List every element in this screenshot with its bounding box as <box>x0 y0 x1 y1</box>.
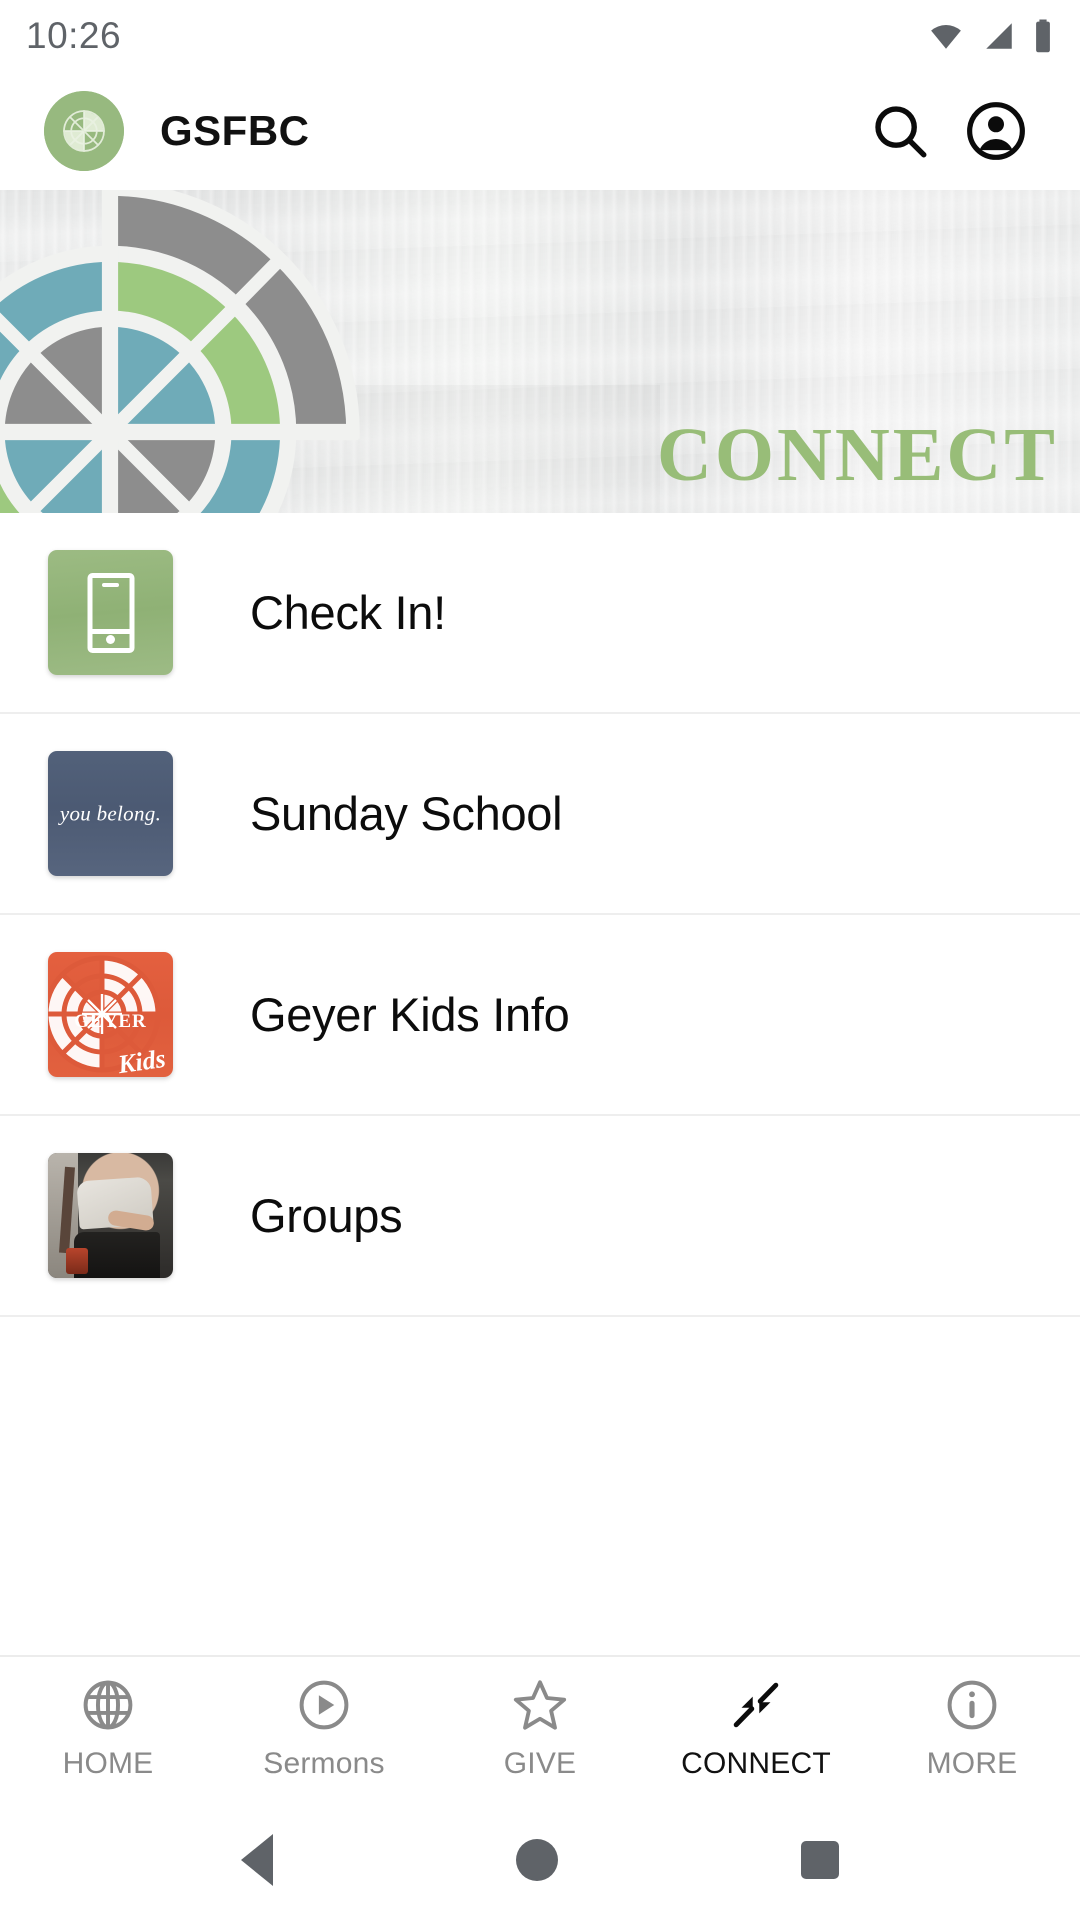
geyer-word-text: GEYER <box>74 1011 147 1032</box>
list-item[interactable]: Groups <box>0 1116 1080 1317</box>
list-item-label: Sunday School <box>250 787 563 840</box>
info-circle-icon <box>944 1677 1000 1733</box>
photo-drink <box>66 1248 88 1274</box>
back-triangle-icon[interactable] <box>241 1834 274 1886</box>
tab-home[interactable]: HOME <box>0 1677 216 1781</box>
radial-compass-wheel-icon <box>0 190 360 513</box>
play-circle-icon <box>296 1677 352 1733</box>
search-button[interactable] <box>852 83 948 179</box>
you-belong-text: you belong. <box>59 801 162 825</box>
list-item-label: Groups <box>250 1189 403 1242</box>
tab-connect[interactable]: CONNECT <box>648 1677 864 1781</box>
list-item-label: Check In! <box>250 586 446 639</box>
list-item[interactable]: GEYER Kids Geyer Kids Info <box>0 915 1080 1116</box>
geyer-kids-thumbnail: GEYER Kids <box>48 952 173 1077</box>
account-button[interactable] <box>948 83 1044 179</box>
hero-banner-word: CONNECT <box>656 413 1058 497</box>
tab-sermons[interactable]: Sermons <box>216 1677 432 1781</box>
connect-list: Check In! you belong. Sunday School GEYE… <box>0 513 1080 1655</box>
status-bar: 10:26 <box>0 0 1080 72</box>
list-item[interactable]: Check In! <box>0 513 1080 714</box>
kids-word-text: Kids <box>116 1043 168 1077</box>
home-circle-icon[interactable] <box>515 1839 558 1881</box>
bottom-tab-bar: HOME Sermons GIVE CONNECT MORE <box>0 1655 1080 1800</box>
account-circle-icon <box>967 102 1025 160</box>
phone-glyph-icon <box>87 572 134 653</box>
system-navigation-bar <box>0 1800 1080 1920</box>
status-icons <box>926 18 1054 54</box>
search-icon <box>875 106 927 158</box>
page-title: GSFBC <box>160 107 310 154</box>
recents-square-icon[interactable] <box>800 1841 839 1879</box>
tab-label: Sermons <box>263 1746 385 1780</box>
status-time: 10:26 <box>26 15 122 56</box>
wifi-icon <box>931 25 961 49</box>
list-item-label: Geyer Kids Info <box>250 988 570 1041</box>
tab-give[interactable]: GIVE <box>432 1677 648 1781</box>
gsfbc-compass-logo[interactable] <box>44 91 124 171</box>
battery-icon <box>1036 19 1050 53</box>
connect-arrows-icon <box>728 1677 784 1733</box>
tab-label: HOME <box>62 1746 154 1780</box>
list-item[interactable]: you belong. Sunday School <box>0 714 1080 915</box>
app-bar: GSFBC <box>0 72 1080 190</box>
groups-thumbnail <box>48 1153 173 1278</box>
globe-icon <box>80 1677 136 1733</box>
tab-label: CONNECT <box>681 1746 831 1780</box>
sunday-school-thumbnail: you belong. <box>48 751 173 876</box>
tab-more[interactable]: MORE <box>864 1677 1080 1781</box>
tab-label: MORE <box>926 1746 1018 1780</box>
cellular-signal-icon <box>986 23 1012 49</box>
star-icon <box>511 1677 569 1733</box>
check-in-thumbnail <box>48 550 173 675</box>
phone-glyph-divider <box>87 628 134 634</box>
app-screen: 10:26 GSFBC CONNECT Check In! you belong… <box>0 0 1080 1920</box>
tab-label: GIVE <box>503 1746 577 1780</box>
hero-banner[interactable]: CONNECT <box>0 190 1080 513</box>
